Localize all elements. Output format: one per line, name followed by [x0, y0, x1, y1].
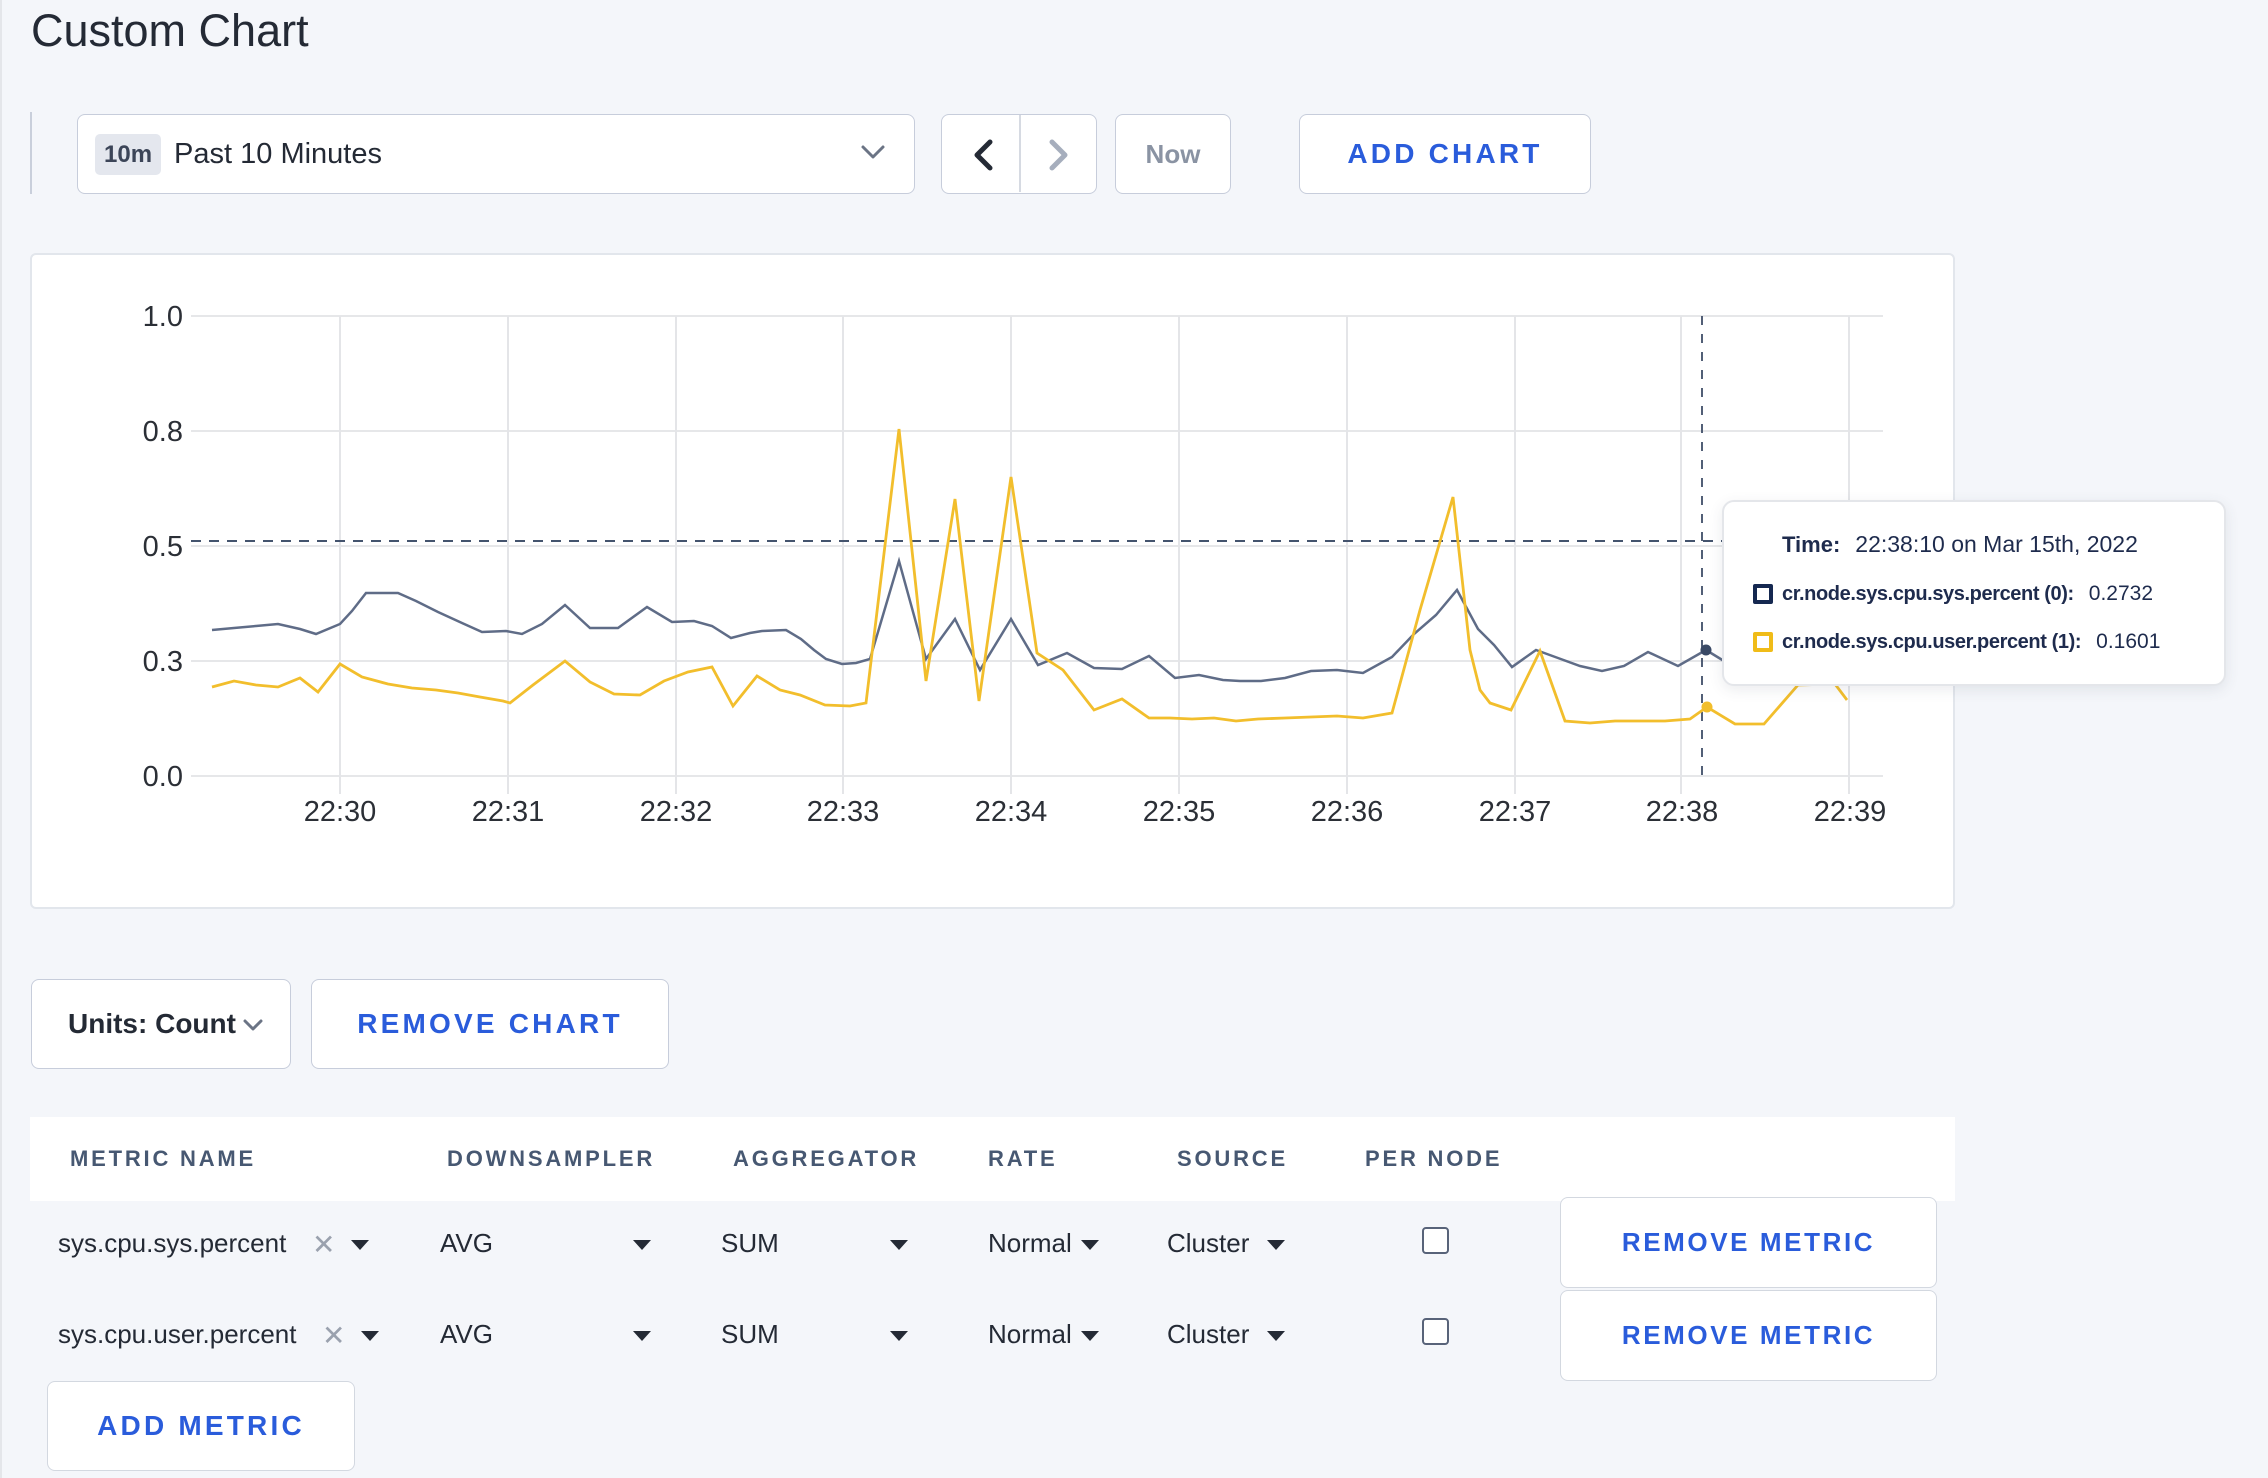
svg-text:0.5: 0.5 — [143, 531, 183, 563]
svg-text:22:35: 22:35 — [1143, 796, 1216, 828]
svg-text:0.3: 0.3 — [143, 646, 183, 678]
svg-text:0.8: 0.8 — [143, 416, 183, 448]
svg-text:22:37: 22:37 — [1479, 796, 1552, 828]
svg-text:0.0: 0.0 — [143, 761, 183, 793]
svg-text:22:36: 22:36 — [1311, 796, 1384, 828]
svg-text:22:34: 22:34 — [975, 796, 1048, 828]
svg-text:1.0: 1.0 — [143, 301, 183, 333]
svg-text:22:32: 22:32 — [640, 796, 713, 828]
svg-text:22:38: 22:38 — [1646, 796, 1719, 828]
svg-text:22:30: 22:30 — [304, 796, 377, 828]
svg-text:22:39: 22:39 — [1814, 796, 1887, 828]
svg-text:22:31: 22:31 — [472, 796, 545, 828]
svg-text:22:33: 22:33 — [807, 796, 880, 828]
